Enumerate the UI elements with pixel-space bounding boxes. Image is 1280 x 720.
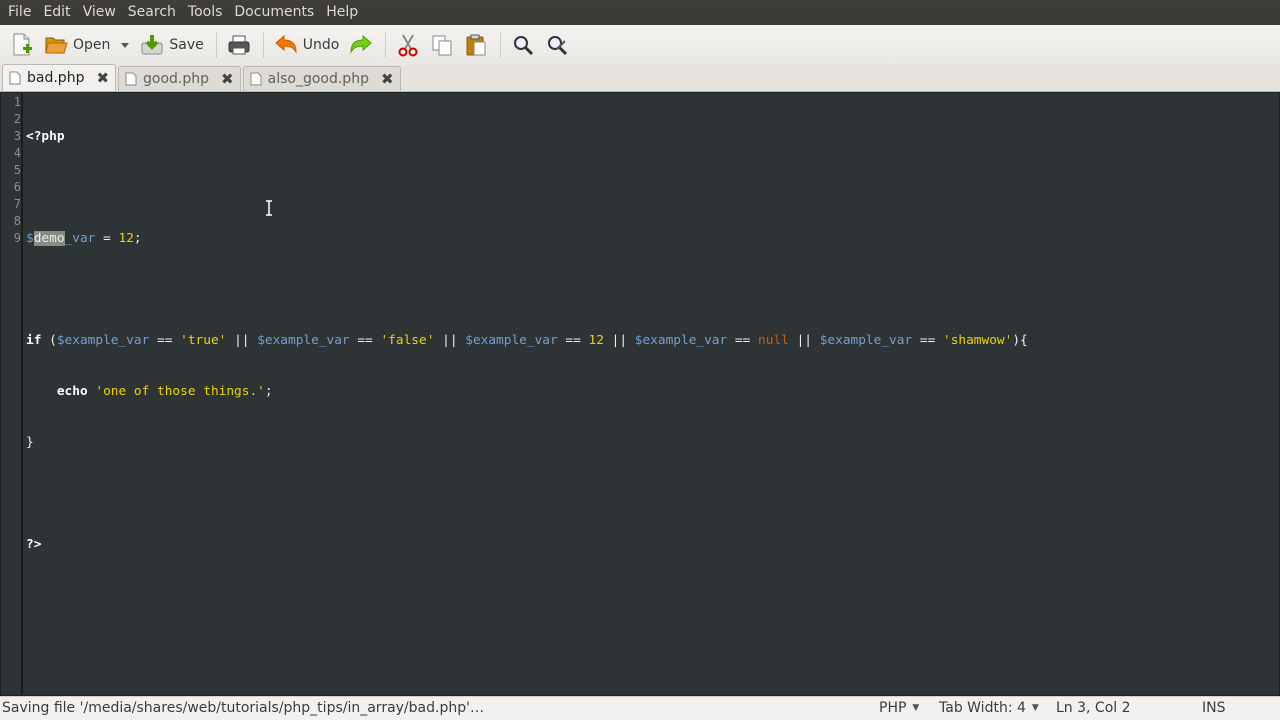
tab-width-selector[interactable]: Tab Width: 4 ▼ xyxy=(939,700,1039,716)
line-number: 5 xyxy=(13,163,21,177)
line-number: 3 xyxy=(13,129,21,143)
insert-mode-label: INS xyxy=(1202,700,1226,716)
save-icon xyxy=(141,35,163,55)
line-number: 9 xyxy=(13,231,21,245)
line-number: 4 xyxy=(13,146,21,160)
line-number: 2 xyxy=(13,112,21,126)
tab-label: good.php xyxy=(143,71,210,87)
line-number-gutter: 1 2 3 4 5 6 7 8 9 xyxy=(1,93,23,695)
tab-label: also_good.php xyxy=(267,71,369,87)
insert-mode: INS xyxy=(1202,700,1226,716)
code-line-3: $demo_var = 12; xyxy=(26,231,142,246)
tab-also-good-php[interactable]: also_good.php ✖ xyxy=(242,66,401,91)
code-line-6: echo 'one of those things.'; xyxy=(56,384,273,399)
language-label: PHP xyxy=(879,700,907,716)
toolbar: Open Save Undo xyxy=(0,25,1280,65)
status-message: Saving file '/media/shares/web/tutorials… xyxy=(2,700,484,716)
find-button[interactable] xyxy=(507,28,539,62)
find-replace-button[interactable] xyxy=(541,28,573,62)
php-file-icon xyxy=(125,72,137,86)
line-number: 1 xyxy=(13,95,21,109)
menubar: File Edit View Search Tools Documents He… xyxy=(0,0,1280,25)
code-line-5: if ($example_var == 'true' || $example_v… xyxy=(26,333,1028,348)
menu-help[interactable]: Help xyxy=(320,0,364,25)
line-number: 8 xyxy=(13,214,21,228)
code-line-9: ?> xyxy=(26,537,42,552)
print-button[interactable] xyxy=(223,28,255,62)
copy-button[interactable] xyxy=(426,28,458,62)
menu-edit[interactable]: Edit xyxy=(37,0,76,25)
print-icon xyxy=(228,35,250,55)
tab-label: bad.php xyxy=(27,70,85,86)
menu-view[interactable]: View xyxy=(77,0,122,25)
close-icon[interactable]: ✖ xyxy=(381,70,394,88)
toolbar-separator xyxy=(500,32,502,58)
open-folder-icon xyxy=(45,37,68,54)
cut-icon xyxy=(398,34,418,57)
close-icon[interactable]: ✖ xyxy=(221,70,234,88)
chevron-down-icon: ▼ xyxy=(1031,703,1039,713)
document-tabs: bad.php ✖ good.php ✖ also_good.php ✖ xyxy=(0,64,1280,92)
cursor-position-label: Ln 3, Col 2 xyxy=(1056,700,1131,716)
menu-tools[interactable]: Tools xyxy=(182,0,229,25)
search-replace-icon xyxy=(548,36,568,56)
close-icon[interactable]: ✖ xyxy=(96,69,109,87)
line-number: 6 xyxy=(13,180,21,194)
toolbar-separator xyxy=(262,32,264,58)
code-editor[interactable]: 1 2 3 4 5 6 7 8 9 <?php $demo_var = 12; … xyxy=(0,92,1280,696)
code-text[interactable]: <?php $demo_var = 12; if ($example_var =… xyxy=(26,94,1028,587)
line-number: 7 xyxy=(13,197,21,211)
cursor-position: Ln 3, Col 2 xyxy=(1056,700,1131,716)
redo-icon xyxy=(350,34,373,54)
selected-text: demo xyxy=(33,231,65,246)
php-file-icon xyxy=(250,72,262,86)
code-line-1: <?php xyxy=(26,129,65,144)
tab-bad-php[interactable]: bad.php ✖ xyxy=(2,64,117,91)
code-line-7: } xyxy=(26,435,34,450)
new-document-icon xyxy=(13,33,32,56)
undo-icon xyxy=(275,34,297,54)
save-label: Save xyxy=(169,37,204,53)
paste-icon xyxy=(466,34,486,56)
open-button[interactable]: Open xyxy=(40,28,114,62)
menu-documents[interactable]: Documents xyxy=(228,0,320,25)
undo-label: Undo xyxy=(302,37,340,53)
toolbar-separator xyxy=(215,32,217,58)
tab-width-label: Tab Width: 4 xyxy=(939,700,1026,716)
toolbar-separator xyxy=(385,32,387,58)
chevron-down-icon: ▼ xyxy=(912,703,920,713)
undo-button[interactable]: Undo xyxy=(270,28,344,62)
menu-search[interactable]: Search xyxy=(122,0,182,25)
copy-icon xyxy=(432,35,452,56)
cut-button[interactable] xyxy=(392,28,424,62)
statusbar: Saving file '/media/shares/web/tutorials… xyxy=(0,696,1280,720)
new-button[interactable] xyxy=(6,28,38,62)
open-label: Open xyxy=(73,37,111,53)
chevron-down-icon xyxy=(121,43,130,48)
open-recent-dropdown[interactable] xyxy=(116,28,134,62)
php-file-icon xyxy=(9,71,21,85)
tab-good-php[interactable]: good.php ✖ xyxy=(118,66,241,91)
search-icon xyxy=(514,36,534,56)
redo-button[interactable] xyxy=(345,28,377,62)
menu-file[interactable]: File xyxy=(2,0,37,25)
text-cursor-icon xyxy=(266,200,272,216)
language-selector[interactable]: PHP ▼ xyxy=(879,700,919,716)
save-button[interactable]: Save xyxy=(136,28,207,62)
paste-button[interactable] xyxy=(460,28,492,62)
